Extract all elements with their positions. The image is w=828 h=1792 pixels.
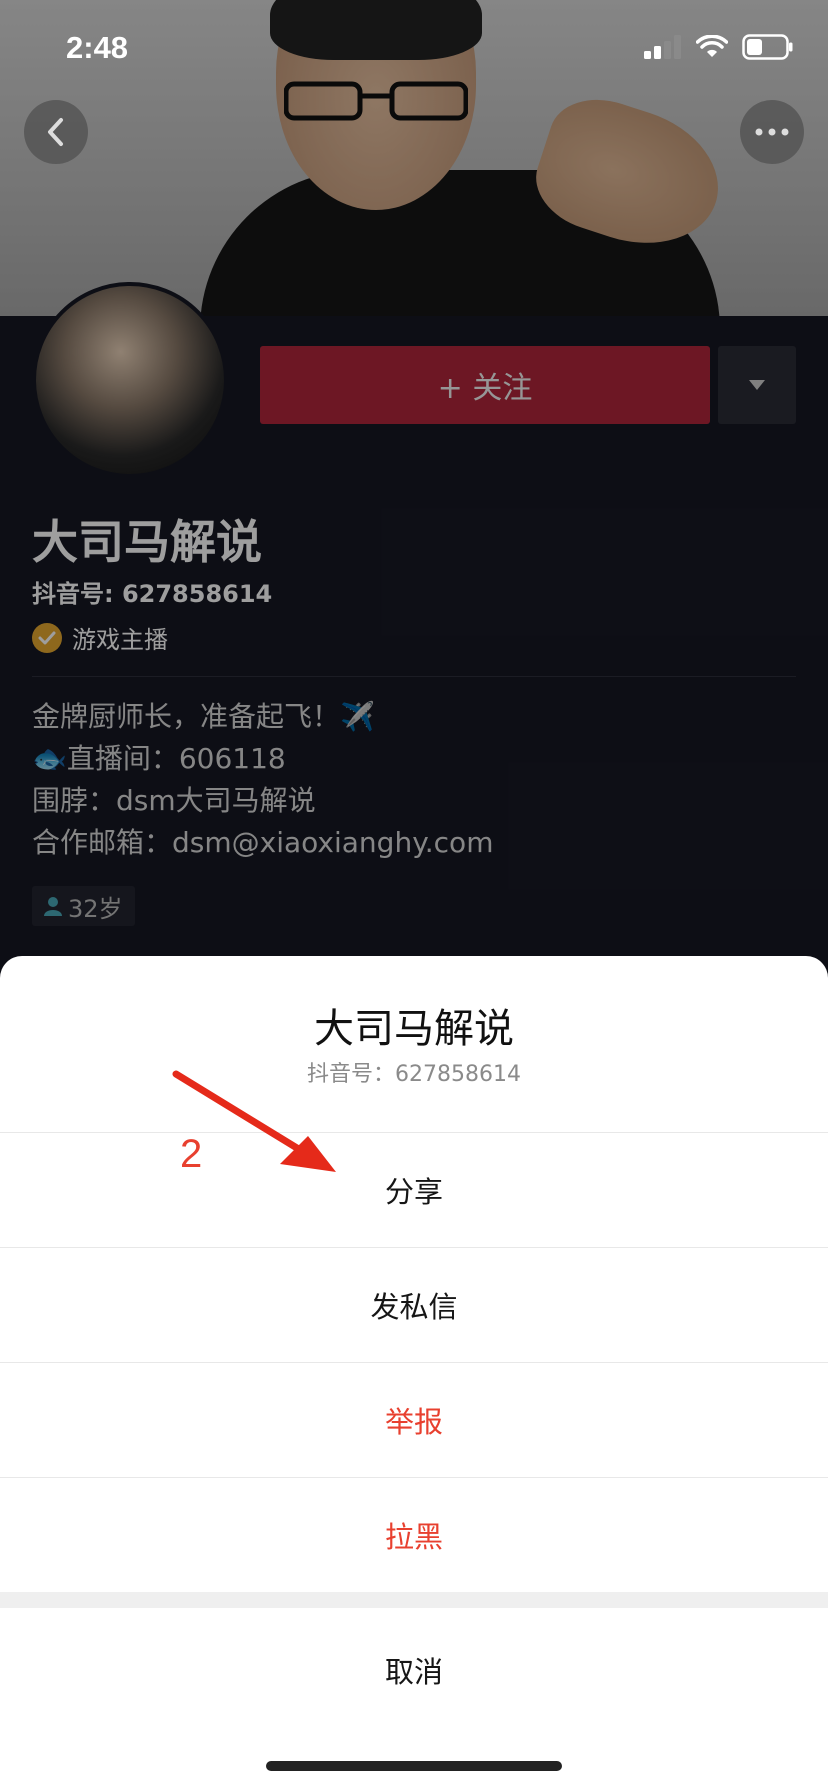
sheet-gap: [0, 1592, 828, 1608]
sheet-header: 大司马解说 抖音号：627858614: [0, 956, 828, 1132]
status-bar: 2:48: [0, 0, 828, 96]
share-option[interactable]: 分享: [0, 1132, 828, 1247]
action-sheet: 大司马解说 抖音号：627858614 分享 发私信 举报 拉黑 取消: [0, 956, 828, 1792]
wifi-icon: [696, 35, 728, 57]
more-button[interactable]: [740, 100, 804, 164]
report-option[interactable]: 举报: [0, 1362, 828, 1477]
back-icon: [48, 118, 63, 146]
back-button[interactable]: [24, 100, 88, 164]
message-option[interactable]: 发私信: [0, 1247, 828, 1362]
more-icon: [755, 128, 789, 136]
sheet-title: 大司马解说: [314, 1006, 514, 1052]
status-icons: [644, 34, 794, 60]
signal-icon: [644, 35, 681, 59]
home-indicator[interactable]: [266, 1761, 562, 1771]
annotation-number: 2: [180, 1132, 203, 1176]
battery-icon: [742, 34, 793, 60]
cancel-option[interactable]: 取消: [0, 1608, 828, 1732]
sheet-subtitle: 抖音号：627858614: [307, 1062, 521, 1087]
status-time: 2:48: [66, 30, 129, 65]
block-option[interactable]: 拉黑: [0, 1477, 828, 1592]
